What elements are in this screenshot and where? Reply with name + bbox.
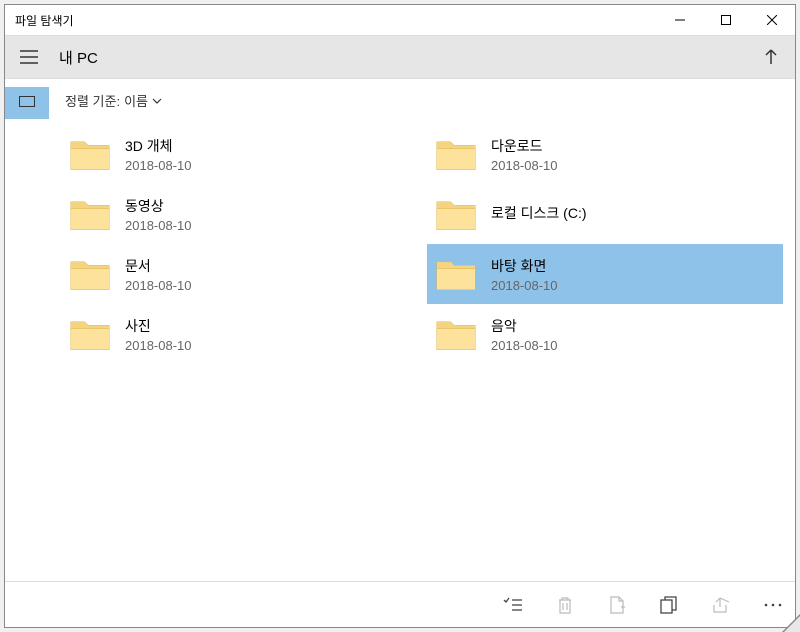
new-file-icon [609,596,625,614]
folder-icon [69,253,111,295]
folder-info: 바탕 화면 2018-08-10 [491,256,558,293]
minimize-button[interactable] [657,5,703,35]
folder-info: 사진 2018-08-10 [125,316,192,353]
folder-info: 동영상 2018-08-10 [125,196,192,233]
folder-item[interactable]: 문서 2018-08-10 [61,244,417,304]
folder-date: 2018-08-10 [125,278,192,293]
share-button[interactable] [709,593,733,617]
folder-name: 음악 [491,316,558,336]
new-folder-button[interactable] [605,593,629,617]
folder-icon [435,193,477,235]
folder-name: 로컬 디스크 (C:) [491,203,587,223]
folder-info: 3D 개체 2018-08-10 [125,136,192,173]
folder-date: 2018-08-10 [491,158,558,173]
sort-selector[interactable]: 정렬 기준: 이름 [61,91,783,110]
folder-date: 2018-08-10 [491,338,558,353]
side-strip [5,79,49,581]
select-all-button[interactable] [501,593,525,617]
up-button[interactable] [747,35,795,79]
window-title: 파일 탐색기 [5,12,657,29]
folder-name: 동영상 [125,196,192,216]
close-button[interactable] [749,5,795,35]
copy-button[interactable] [657,593,681,617]
folder-grid: 3D 개체 2018-08-10 다운로드 2018-08-10 동영상 201… [61,124,783,364]
chevron-down-icon [152,98,162,104]
folder-name: 문서 [125,256,192,276]
menu-button[interactable] [5,35,53,79]
folder-icon [435,133,477,175]
folder-name: 바탕 화면 [491,256,558,276]
maximize-button[interactable] [703,5,749,35]
folder-item[interactable]: 음악 2018-08-10 [427,304,783,364]
content-pane: 정렬 기준: 이름 3D 개체 2018-08-10 다운로드 2018-08-… [49,79,795,581]
rectangle-icon [19,96,35,110]
side-item-thispc[interactable] [5,87,49,119]
main-area: 정렬 기준: 이름 3D 개체 2018-08-10 다운로드 2018-08-… [5,79,795,581]
folder-item[interactable]: 동영상 2018-08-10 [61,184,417,244]
folder-icon [69,133,111,175]
folder-icon [69,193,111,235]
folder-icon [69,313,111,355]
folder-item[interactable]: 3D 개체 2018-08-10 [61,124,417,184]
checklist-icon [503,597,523,613]
folder-name: 다운로드 [491,136,558,156]
file-explorer-window: 파일 탐색기 내 PC [4,4,796,628]
folder-info: 문서 2018-08-10 [125,256,192,293]
folder-name: 3D 개체 [125,136,192,156]
sort-label-prefix: 정렬 기준: [65,91,120,110]
trash-icon [557,596,573,614]
share-icon [712,597,730,613]
window-controls [657,5,795,35]
folder-info: 로컬 디스크 (C:) [491,203,587,225]
folder-date: 2018-08-10 [491,278,558,293]
up-arrow-icon [764,49,778,65]
folder-info: 음악 2018-08-10 [491,316,558,353]
folder-item[interactable]: 로컬 디스크 (C:) [427,184,783,244]
more-button[interactable] [761,593,785,617]
folder-item[interactable]: 사진 2018-08-10 [61,304,417,364]
copy-icon [660,596,678,614]
titlebar: 파일 탐색기 [5,5,795,35]
folder-icon [435,313,477,355]
folder-date: 2018-08-10 [125,218,192,233]
folder-icon [435,253,477,295]
folder-item[interactable]: 바탕 화면 2018-08-10 [427,244,783,304]
bottom-toolbar [5,581,795,627]
location-bar: 내 PC [5,35,795,79]
location-path[interactable]: 내 PC [53,47,747,68]
folder-date: 2018-08-10 [125,338,192,353]
folder-date: 2018-08-10 [125,158,192,173]
folder-info: 다운로드 2018-08-10 [491,136,558,173]
ellipsis-icon [764,603,782,607]
hamburger-icon [20,50,38,64]
folder-item[interactable]: 다운로드 2018-08-10 [427,124,783,184]
delete-button[interactable] [553,593,577,617]
page-curl [782,614,800,632]
sort-value: 이름 [124,91,148,110]
folder-name: 사진 [125,316,192,336]
